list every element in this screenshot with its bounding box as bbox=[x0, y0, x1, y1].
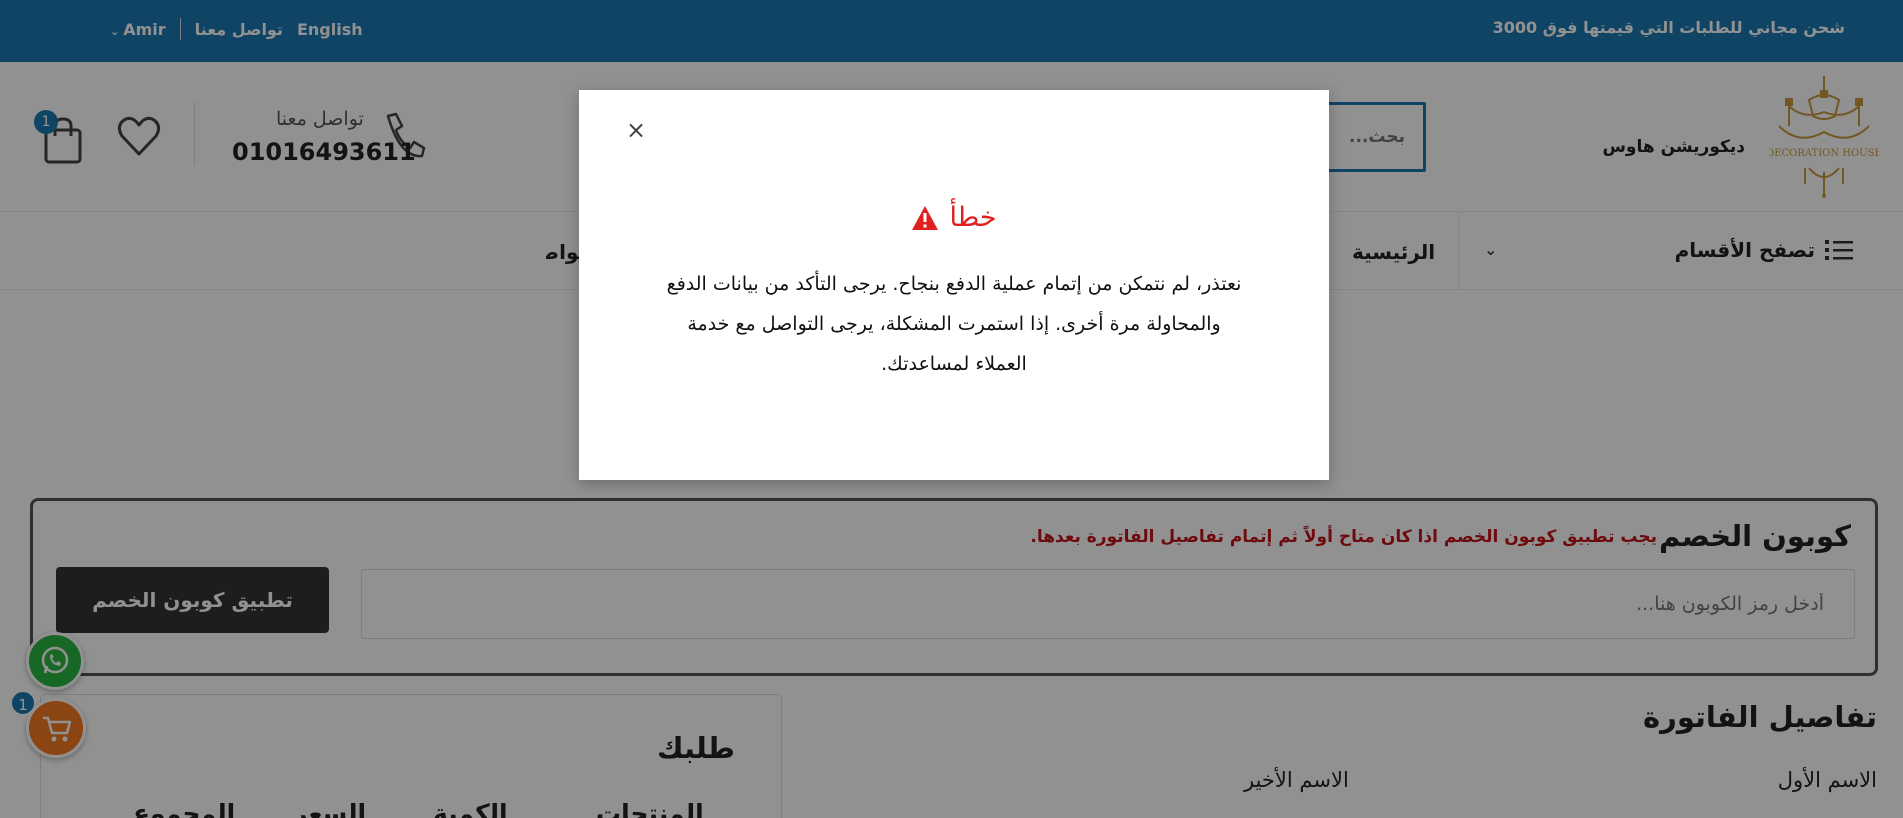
error-message: نعتذر، لم نتمكن من إتمام عملية الدفع بنج… bbox=[666, 273, 1242, 375]
close-icon[interactable]: × bbox=[626, 116, 646, 144]
error-title-text: خطأ bbox=[949, 202, 997, 233]
warning-icon bbox=[912, 205, 939, 230]
error-dialog-title: خطأ bbox=[579, 202, 1329, 233]
error-dialog: × خطأ نعتذر، لم نتمكن من إتمام عملية الد… bbox=[579, 90, 1329, 480]
